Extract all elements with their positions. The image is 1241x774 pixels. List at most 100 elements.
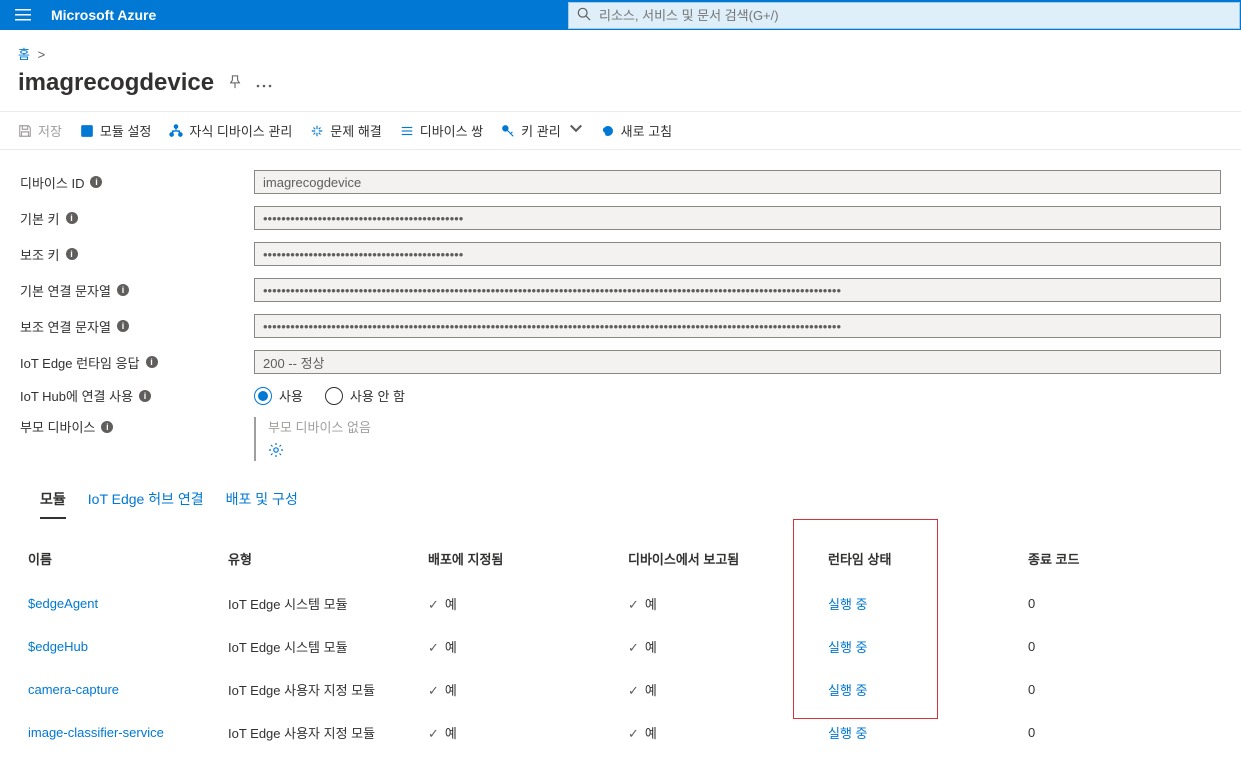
info-icon[interactable]: i	[146, 356, 158, 368]
set-modules-button[interactable]: 모듈 설정	[72, 116, 159, 145]
check-icon: ✓	[428, 597, 439, 612]
more-icon[interactable]	[256, 76, 272, 91]
breadcrumb-home[interactable]: 홈	[18, 47, 30, 62]
info-icon[interactable]: i	[66, 212, 78, 224]
tab-modules[interactable]: 모듈	[40, 489, 66, 519]
refresh-icon	[601, 124, 615, 138]
parent-device-none-text: 부모 디바이스 없음	[268, 417, 371, 436]
parent-device-block: 부모 디바이스 없음	[254, 417, 371, 461]
col-name[interactable]: 이름	[20, 539, 220, 582]
module-reported-cell: ✓예	[620, 625, 820, 668]
chevron-down-icon	[569, 122, 583, 139]
module-reported-cell: ✓예	[620, 711, 820, 754]
hierarchy-icon	[169, 124, 183, 138]
secondary-conn-label: 보조 연결 문자열 i	[20, 317, 254, 336]
hamburger-icon	[15, 7, 31, 23]
module-type-cell: IoT Edge 시스템 모듈	[220, 625, 420, 668]
runtime-resp-label: IoT Edge 런타임 응답 i	[20, 353, 254, 372]
info-icon[interactable]: i	[90, 176, 102, 188]
module-spec-cell: ✓예	[420, 625, 620, 668]
module-spec-cell: ✓예	[420, 668, 620, 711]
module-spec-cell: ✓예	[420, 711, 620, 754]
refresh-button[interactable]: 새로 고침	[593, 116, 680, 145]
module-name-link[interactable]: camera-capture	[28, 682, 119, 697]
secondary-key-field[interactable]	[254, 242, 1221, 266]
modules-table: 이름 유형 배포에 지정됨 디바이스에서 보고됨 런타임 상태 종료 코드 $e…	[20, 539, 1221, 754]
col-spec-deploy[interactable]: 배포에 지정됨	[420, 539, 620, 582]
col-type[interactable]: 유형	[220, 539, 420, 582]
iot-hub-conn-radio-group: 사용 사용 안 함	[254, 386, 405, 405]
exit-code-cell: 0	[1020, 711, 1221, 754]
child-devices-button[interactable]: 자식 디바이스 관리	[161, 116, 300, 145]
check-icon: ✓	[628, 726, 639, 741]
module-type-cell: IoT Edge 사용자 지정 모듈	[220, 668, 420, 711]
breadcrumb-separator: >	[38, 47, 46, 62]
module-name-link[interactable]: image-classifier-service	[28, 725, 164, 740]
secondary-key-label: 보조 키 i	[20, 245, 254, 264]
tab-bar: 모듈 IoT Edge 허브 연결 배포 및 구성	[20, 489, 1221, 519]
search-input[interactable]	[599, 8, 1231, 23]
search-icon	[577, 7, 591, 24]
tab-hub-conn[interactable]: IoT Edge 허브 연결	[88, 489, 204, 519]
check-icon: ✓	[428, 726, 439, 741]
brand-label: Microsoft Azure	[45, 7, 156, 23]
info-icon[interactable]: i	[101, 421, 113, 433]
tab-deploy-config[interactable]: 배포 및 구성	[226, 489, 298, 519]
info-icon[interactable]: i	[117, 284, 129, 296]
info-icon[interactable]: i	[66, 248, 78, 260]
exit-code-cell: 0	[1020, 625, 1221, 668]
module-type-cell: IoT Edge 시스템 모듈	[220, 582, 420, 625]
table-row: $edgeHubIoT Edge 시스템 모듈✓예✓예실행 중0	[20, 625, 1221, 668]
save-icon	[18, 124, 32, 138]
search-bar[interactable]	[568, 2, 1240, 29]
list-icon	[400, 124, 414, 138]
save-button: 저장	[10, 116, 70, 145]
module-name-link[interactable]: $edgeHub	[28, 639, 88, 654]
radio-disable[interactable]: 사용 안 함	[325, 386, 405, 405]
page-title-row: imagrecogdevice	[0, 63, 1241, 111]
device-id-field[interactable]	[254, 170, 1221, 194]
module-reported-cell: ✓예	[620, 668, 820, 711]
primary-key-field[interactable]	[254, 206, 1221, 230]
table-row: camera-captureIoT Edge 사용자 지정 모듈✓예✓예실행 중…	[20, 668, 1221, 711]
troubleshoot-button[interactable]: 문제 해결	[302, 116, 389, 145]
module-spec-cell: ✓예	[420, 582, 620, 625]
info-icon[interactable]: i	[117, 320, 129, 332]
troubleshoot-icon	[310, 124, 324, 138]
runtime-status-link[interactable]: 실행 중	[828, 726, 868, 741]
key-icon	[501, 124, 515, 138]
hamburger-menu-button[interactable]	[0, 0, 45, 30]
breadcrumb: 홈 >	[0, 30, 1241, 63]
device-twin-button[interactable]: 디바이스 쌍	[392, 116, 491, 145]
radio-circle-icon	[254, 387, 272, 405]
device-form: 디바이스 ID i 기본 키 i 보조 키 i 기본 연결 문자열 i 보조 연…	[0, 150, 1241, 519]
iot-hub-conn-label: IoT Hub에 연결 사용 i	[20, 386, 254, 405]
runtime-resp-field[interactable]	[254, 350, 1221, 374]
check-icon: ✓	[628, 597, 639, 612]
primary-conn-field[interactable]	[254, 278, 1221, 302]
module-reported-cell: ✓예	[620, 582, 820, 625]
col-exit-code[interactable]: 종료 코드	[1020, 539, 1221, 582]
highlight-box	[793, 519, 938, 719]
primary-key-label: 기본 키 i	[20, 209, 254, 228]
radio-enable[interactable]: 사용	[254, 386, 303, 405]
radio-circle-icon	[325, 387, 343, 405]
key-mgmt-button[interactable]: 키 관리	[493, 116, 591, 145]
check-icon: ✓	[628, 640, 639, 655]
module-type-cell: IoT Edge 사용자 지정 모듈	[220, 711, 420, 754]
page-title: imagrecogdevice	[18, 69, 214, 97]
module-name-link[interactable]: $edgeAgent	[28, 596, 98, 611]
exit-code-cell: 0	[1020, 668, 1221, 711]
secondary-conn-field[interactable]	[254, 314, 1221, 338]
col-reported[interactable]: 디바이스에서 보고됨	[620, 539, 820, 582]
table-row: image-classifier-service IoT Edge 사용자 지정 …	[20, 711, 1221, 754]
table-header-row: 이름 유형 배포에 지정됨 디바이스에서 보고됨 런타임 상태 종료 코드	[20, 539, 1221, 582]
parent-device-label: 부모 디바이스 i	[20, 417, 254, 436]
modules-icon	[80, 124, 94, 138]
check-icon: ✓	[428, 683, 439, 698]
action-toolbar: 저장 모듈 설정 자식 디바이스 관리 문제 해결 디바이스 쌍 키 관리 새로…	[0, 111, 1241, 150]
check-icon: ✓	[628, 683, 639, 698]
info-icon[interactable]: i	[139, 390, 151, 402]
gear-icon[interactable]	[268, 442, 371, 461]
pin-icon[interactable]	[228, 75, 242, 92]
